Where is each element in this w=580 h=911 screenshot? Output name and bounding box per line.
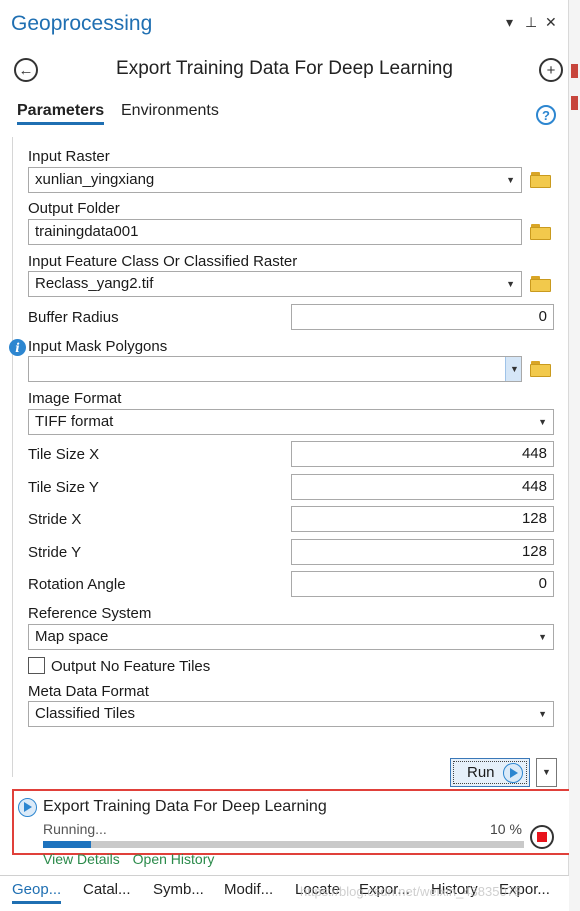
geoprocessing-pane: Geoprocessing ▾ ⊥ ✕ Export Training Data… [0, 0, 572, 911]
chevron-down-icon: ▼ [506, 175, 515, 185]
input-raster-value: xunlian_yingxiang [35, 171, 155, 188]
pane-menu-icon[interactable]: ▾ [506, 14, 513, 30]
tab-parameters[interactable]: Parameters [17, 102, 105, 125]
progress-percent: 10 % [490, 821, 522, 837]
progress-links: View Details Open History [43, 851, 223, 867]
progress-bar [43, 841, 524, 848]
chevron-down-icon: ▼ [542, 767, 551, 777]
folder-icon[interactable] [530, 276, 552, 292]
progress-status: Running... [43, 821, 107, 837]
watermark: https://blog.csdn.net/weixin_43835078 [300, 884, 522, 899]
tool-title: Export Training Data For Deep Learning [116, 58, 453, 79]
help-icon[interactable]: ? [536, 105, 556, 125]
adjacent-pane-edge [569, 0, 580, 911]
chevron-down-icon: ▼ [538, 632, 547, 642]
stride-y-field[interactable]: 128 [291, 539, 554, 565]
play-icon [503, 763, 523, 783]
stride-y-label: Stride Y [28, 544, 82, 561]
buffer-radius-label: Buffer Radius [28, 309, 119, 326]
tile-size-x-label: Tile Size X [28, 446, 100, 463]
chevron-down-icon: ▼ [538, 709, 547, 719]
rotation-angle-field[interactable]: 0 [291, 571, 554, 597]
tile-size-y-field[interactable]: 448 [291, 474, 554, 500]
meta-data-format-select[interactable]: Classified Tiles ▼ [28, 701, 554, 727]
input-mask-select[interactable]: ▼ [28, 356, 522, 382]
reference-system-value: Map space [35, 628, 109, 645]
tab-modify[interactable]: Modif... [224, 881, 273, 898]
meta-data-format-value: Classified Tiles [35, 705, 136, 722]
output-folder-value: trainingdata001 [35, 223, 139, 240]
tile-size-x-field[interactable]: 448 [291, 441, 554, 467]
run-options-dropdown[interactable]: ▼ [536, 758, 557, 787]
pin-icon[interactable]: ⊥ [525, 14, 537, 30]
image-format-label: Image Format [28, 390, 122, 407]
run-button-label: Run [467, 764, 495, 781]
folder-icon[interactable] [530, 224, 552, 240]
close-icon[interactable]: ✕ [545, 14, 557, 30]
tile-size-y-label: Tile Size Y [28, 479, 99, 496]
input-feature-label: Input Feature Class Or Classified Raster [28, 253, 298, 270]
output-no-feature-label: Output No Feature Tiles [51, 658, 211, 675]
tool-header: Export Training Data For Deep Learning ←… [0, 52, 569, 88]
input-raster-select[interactable]: xunlian_yingxiang ▼ [28, 167, 522, 193]
play-icon[interactable] [18, 798, 37, 817]
chevron-down-icon: ▼ [510, 364, 519, 374]
image-format-value: TIFF format [35, 413, 114, 430]
chevron-down-icon: ▼ [538, 417, 547, 427]
input-mask-label: Input Mask Polygons [28, 338, 168, 355]
output-folder-label: Output Folder [28, 200, 120, 217]
rotation-angle-label: Rotation Angle [28, 576, 126, 593]
input-feature-value: Reclass_yang2.tif [35, 275, 154, 292]
tab-geoprocessing[interactable]: Geop... [12, 881, 62, 904]
input-feature-select[interactable]: Reclass_yang2.tif ▼ [28, 271, 522, 297]
open-history-link[interactable]: Open History [133, 851, 215, 867]
info-icon[interactable]: i [9, 339, 26, 356]
chevron-down-icon: ▼ [506, 279, 515, 289]
progress-panel: Export Training Data For Deep Learning R… [12, 789, 572, 855]
meta-data-format-label: Meta Data Format [28, 683, 149, 700]
buffer-radius-field[interactable]: 0 [291, 304, 554, 330]
output-no-feature-checkbox[interactable] [28, 657, 45, 674]
tab-catalog[interactable]: Catal... [83, 881, 131, 898]
stride-x-field[interactable]: 128 [291, 506, 554, 532]
back-arrow-icon[interactable]: ← [14, 58, 38, 82]
add-icon[interactable]: + [539, 58, 563, 82]
edge-marker [571, 64, 578, 78]
stop-icon[interactable] [530, 825, 554, 849]
input-raster-label: Input Raster [28, 148, 110, 165]
view-details-link[interactable]: View Details [43, 851, 120, 867]
image-format-select[interactable]: TIFF format ▼ [28, 409, 554, 435]
run-button[interactable]: Run [450, 758, 530, 787]
stride-x-label: Stride X [28, 511, 82, 528]
output-folder-field[interactable]: trainingdata001 [28, 219, 522, 245]
dropdown-button[interactable]: ▼ [505, 357, 521, 381]
progress-bar-fill [43, 841, 92, 848]
edge-marker [571, 96, 578, 110]
tab-environments[interactable]: Environments [121, 102, 219, 120]
pane-title-bar: Geoprocessing ▾ ⊥ ✕ [0, 0, 569, 44]
folder-icon[interactable] [530, 361, 552, 377]
reference-system-select[interactable]: Map space ▼ [28, 624, 554, 650]
reference-system-label: Reference System [28, 605, 152, 622]
progress-title: Export Training Data For Deep Learning [43, 798, 327, 815]
folder-icon[interactable] [530, 172, 552, 188]
tab-symbology[interactable]: Symb... [153, 881, 204, 898]
pane-title: Geoprocessing [11, 12, 153, 35]
